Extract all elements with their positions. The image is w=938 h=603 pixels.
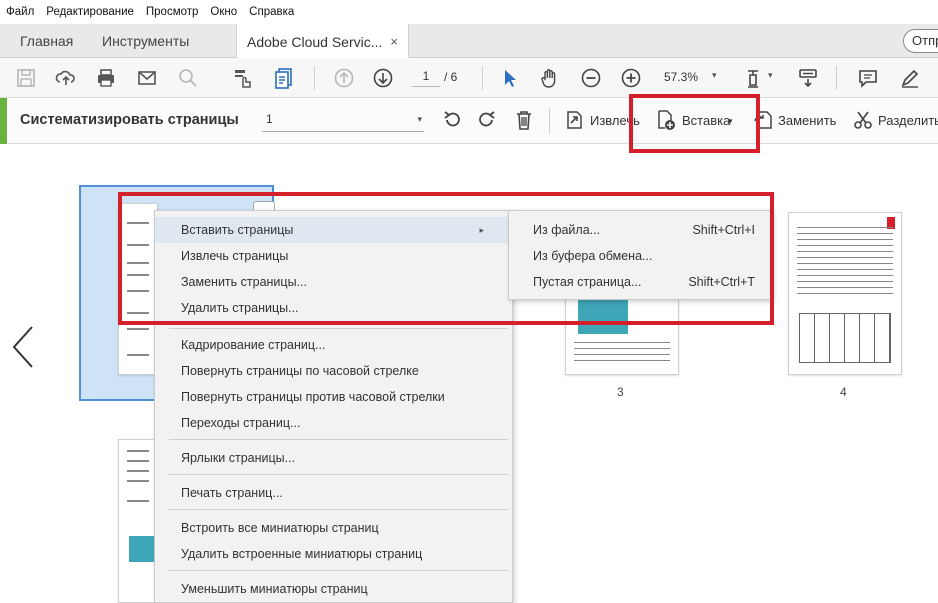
page-label: 4 — [840, 385, 847, 399]
page-number-input[interactable]: 1 — [412, 69, 440, 87]
menu-separator — [169, 439, 508, 440]
menu-insert-pages[interactable]: Вставить страницы ▸ — [155, 217, 512, 243]
submenu-shortcut: Shift+Ctrl+I — [692, 223, 755, 237]
zoom-in-icon[interactable] — [619, 66, 643, 90]
page-image — [129, 536, 155, 562]
cloud-upload-icon[interactable] — [54, 66, 78, 90]
scissors-icon[interactable] — [852, 109, 876, 133]
submenu-item-label: Пустая страница... — [533, 275, 642, 289]
menu-edit[interactable]: Редактирование — [46, 6, 134, 18]
pen-icon[interactable] — [898, 66, 922, 90]
menu-bar: Файл Редактирование Просмотр Окно Справк… — [0, 0, 938, 24]
select-cursor-icon[interactable] — [498, 66, 522, 90]
toolbar-divider — [314, 66, 315, 90]
menu-view[interactable]: Просмотр — [146, 6, 199, 18]
previous-page-icon[interactable] — [332, 66, 356, 90]
page-range-select[interactable]: 1 ▾ — [262, 112, 424, 132]
tab-document-label: Adobe Cloud Servic... — [247, 33, 383, 50]
menu-extract-pages[interactable]: Извлечь страницы — [155, 243, 512, 269]
rotate-left-icon[interactable] — [441, 109, 465, 133]
menu-rotate-counterclockwise[interactable]: Повернуть страницы против часовой стрелк… — [155, 384, 512, 410]
page-thumbnail[interactable] — [788, 212, 902, 375]
page-thumbnail[interactable] — [118, 203, 158, 375]
organize-pages-bar: Систематизировать страницы 1 ▾ Извлечь В… — [0, 98, 938, 144]
zoom-level[interactable]: 57.3% — [664, 70, 698, 84]
submenu-from-file[interactable]: Из файла... Shift+Ctrl+I — [509, 217, 771, 243]
menu-window[interactable]: Окно — [210, 6, 237, 18]
next-page-icon[interactable] — [371, 66, 395, 90]
menu-page-labels[interactable]: Ярлыки страницы... — [155, 445, 512, 471]
chevron-down-icon[interactable]: ▾ — [417, 114, 422, 125]
extract-icon[interactable] — [563, 109, 587, 133]
insert-pages-submenu: Из файла... Shift+Ctrl+I Из буфера обмен… — [508, 210, 772, 300]
toolbar-divider — [836, 66, 837, 90]
hand-tool-icon[interactable] — [538, 66, 562, 90]
share-button[interactable]: Отпр — [903, 29, 938, 53]
chevron-left-icon[interactable] — [8, 325, 38, 369]
toolbar-divider — [482, 66, 483, 90]
page-fit-icon[interactable] — [744, 66, 768, 90]
page-image — [578, 294, 628, 334]
insert-page-icon[interactable] — [655, 109, 679, 133]
zoom-out-icon[interactable] — [579, 66, 603, 90]
submenu-from-clipboard[interactable]: Из буфера обмена... — [509, 243, 771, 269]
menu-separator — [169, 328, 508, 329]
menu-separator — [169, 474, 508, 475]
pages-context-menu: Вставить страницы ▸ Извлечь страницы Зам… — [154, 210, 513, 603]
organize-divider — [549, 108, 550, 134]
menu-reduce-thumbnails[interactable]: Уменьшить миниатюры страниц — [155, 576, 512, 602]
split-label[interactable]: Разделить — [878, 113, 938, 128]
tab-document[interactable]: Adobe Cloud Servic... × — [236, 24, 409, 59]
page-thumbnail[interactable] — [118, 439, 158, 603]
main-toolbar: 1 / 6 57.3% ▾ ▾ — [0, 58, 938, 98]
tab-bar: Главная Инструменты Adobe Cloud Servic..… — [0, 24, 938, 59]
organize-title: Систематизировать страницы — [20, 112, 239, 128]
search-icon[interactable] — [176, 66, 200, 90]
rotate-right-icon[interactable] — [476, 109, 500, 133]
menu-page-transitions[interactable]: Переходы страниц... — [155, 410, 512, 436]
menu-remove-embedded-thumbnails[interactable]: Удалить встроенные миниатюры страниц — [155, 541, 512, 567]
close-icon[interactable]: × — [390, 34, 398, 49]
menu-delete-pages[interactable]: Удалить страницы... — [155, 295, 512, 321]
submenu-blank-page[interactable]: Пустая страница... Shift+Ctrl+T — [509, 269, 771, 295]
page-label: 3 — [617, 385, 624, 399]
page-thumbnails-icon[interactable] — [272, 66, 296, 90]
page-total: / 6 — [444, 70, 458, 84]
replace-icon[interactable] — [752, 109, 776, 133]
extract-label[interactable]: Извлечь — [590, 113, 640, 128]
menu-help[interactable]: Справка — [249, 6, 294, 18]
tab-tools[interactable]: Инструменты — [102, 24, 189, 58]
reading-mode-icon[interactable] — [796, 66, 820, 90]
page-table — [799, 313, 891, 363]
trash-icon[interactable] — [513, 109, 537, 133]
menu-crop-pages[interactable]: Кадрирование страниц... — [155, 332, 512, 358]
menu-file[interactable]: Файл — [6, 6, 34, 18]
chevron-right-icon: ▸ — [479, 224, 484, 235]
menu-separator — [169, 509, 508, 510]
submenu-item-label: Из файла... — [533, 223, 601, 237]
mail-icon[interactable] — [135, 66, 159, 90]
save-icon[interactable] — [14, 66, 38, 90]
print-icon[interactable] — [94, 66, 118, 90]
submenu-shortcut: Shift+Ctrl+T — [688, 275, 755, 289]
insert-label[interactable]: Вставка — [682, 113, 730, 128]
chevron-down-icon[interactable]: ▾ — [768, 70, 773, 81]
submenu-item-label: Из буфера обмена... — [533, 249, 653, 263]
chevron-down-icon[interactable]: ▾ — [728, 116, 733, 127]
touch-mode-icon[interactable] — [231, 66, 255, 90]
menu-embed-thumbnails[interactable]: Встроить все миниатюры страниц — [155, 515, 512, 541]
chevron-down-icon[interactable]: ▾ — [712, 70, 717, 81]
menu-item-label: Вставить страницы — [181, 223, 294, 237]
menu-separator — [169, 570, 508, 571]
tab-home[interactable]: Главная — [20, 24, 73, 58]
page-range-value: 1 — [266, 112, 273, 126]
menu-print-pages[interactable]: Печать страниц... — [155, 480, 512, 506]
replace-label[interactable]: Заменить — [778, 113, 836, 128]
organize-accent-strip — [0, 98, 7, 144]
menu-replace-pages[interactable]: Заменить страницы... — [155, 269, 512, 295]
comment-icon[interactable] — [856, 66, 880, 90]
menu-rotate-clockwise[interactable]: Повернуть страницы по часовой стрелке — [155, 358, 512, 384]
